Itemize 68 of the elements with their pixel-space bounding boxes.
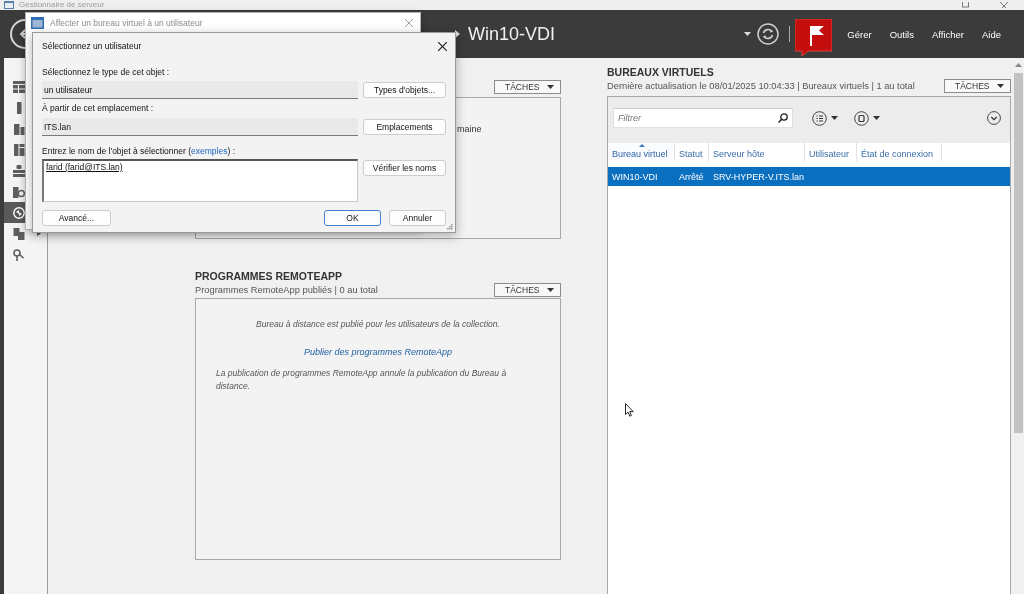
table-cell-text: WIN10-VDI: [611, 171, 659, 182]
caret-icon: [831, 116, 838, 120]
section-title: PROGRAMMES REMOTEAPP: [195, 270, 343, 283]
menu-item[interactable]: Aide: [973, 22, 1010, 46]
menu-item[interactable]: Afficher: [922, 22, 973, 46]
drive-icon: [13, 164, 25, 177]
key-icon: [13, 248, 25, 261]
refresh-button[interactable]: [757, 23, 780, 45]
dialog-button[interactable]: OK: [324, 210, 381, 226]
caret-icon: [547, 85, 554, 89]
tasks-button[interactable]: TÂCHES: [494, 80, 561, 94]
breadcrumb-title: Win10-VDI: [468, 23, 556, 45]
sort-arrow-icon: [639, 144, 645, 147]
dialog-button[interactable]: Avancé...: [42, 210, 111, 226]
section-subtitle: Programmes RemoteApp publiés | 0 au total: [195, 285, 378, 295]
text-field[interactable]: un utilisateur: [42, 81, 358, 99]
server-disc-icon: [13, 185, 25, 198]
tasks-button[interactable]: TÂCHES: [494, 283, 561, 297]
notifications-button[interactable]: [795, 18, 833, 56]
menu-item[interactable]: Outils: [880, 22, 923, 46]
server-rack-icon: [13, 143, 25, 156]
table-cell-text: Arrêté: [678, 171, 705, 182]
expand-button[interactable]: [987, 108, 1001, 128]
options-menu-button[interactable]: [854, 108, 880, 128]
caret-icon: [997, 84, 1004, 88]
dialog-button[interactable]: Types d'objets...: [363, 82, 446, 98]
caret-icon: [547, 288, 554, 292]
scroll-up-arrow-icon[interactable]: [1014, 63, 1022, 67]
section-subtitle: Dernière actualisation le 08/01/2025 10:04:33 | Bureaux virtuels | 1 au total: [607, 81, 915, 91]
flag-icon: [795, 18, 833, 56]
list-icon: [812, 110, 827, 126]
restore-icon[interactable]: [962, 2, 970, 8]
field-label: Sélectionnez le type de cet objet :: [42, 67, 171, 77]
servers-icon: [13, 122, 25, 135]
menu-item[interactable]: Gérer: [838, 22, 881, 46]
field-label: À partir de cet emplacement :: [42, 103, 155, 113]
window-title: Gestionnaire de serveur: [19, 0, 105, 10]
text-field[interactable]: ITS.lan: [42, 118, 358, 136]
chevron-down-icon: [987, 111, 1001, 125]
refresh-icon: [757, 23, 780, 45]
info-message: Bureau à distance est publié pour les utilisateurs de la collection.: [256, 319, 500, 330]
column-header[interactable]: Bureau virtuel: [608, 143, 675, 161]
dialog-button[interactable]: Emplacements: [363, 119, 446, 135]
dialog-button[interactable]: Vérifier les noms: [363, 160, 446, 176]
object-name-field[interactable]: farid (farid@ITS.lan): [42, 159, 358, 202]
info-note: La publication de programmes RemoteApp annule la publication du Bureau à distance.: [215, 367, 508, 393]
field-label: Entrez le nom de l'objet à sélectionner (exemples) :: [42, 146, 236, 156]
close-icon[interactable]: [438, 41, 447, 51]
tasks-button[interactable]: TÂCHES: [944, 79, 1011, 93]
scrollbar-thumb[interactable]: [1013, 73, 1023, 433]
table-cell-text: SRV-HYPER-V.ITS.lan: [712, 171, 805, 182]
documents-icon: [13, 227, 25, 240]
section-title: BUREAUX VIRTUELS: [607, 66, 715, 79]
caret-icon: [873, 116, 880, 120]
table-row[interactable]: WIN10-VDI Arrêté SRV-HYPER-V.ITS.lan: [608, 167, 1010, 186]
filter-field[interactable]: Filtrer: [613, 108, 793, 128]
dialog-title: Affecter un bureau virtuel à un utilisateur: [50, 18, 203, 28]
dialog-button[interactable]: Annuler: [389, 210, 446, 226]
view-menu-button[interactable]: [812, 108, 838, 128]
mouse-pointer-icon: [625, 403, 634, 417]
grid-icon: [13, 80, 25, 93]
caret-icon[interactable]: [744, 32, 752, 36]
search-icon[interactable]: [778, 113, 788, 123]
window-icon: [31, 17, 44, 29]
dialog-title: Sélectionnez un utilisateur: [42, 41, 142, 51]
publish-link[interactable]: Publier des programmes RemoteApp: [303, 347, 453, 358]
resize-grip-icon[interactable]: [447, 224, 453, 230]
panel-text: maine: [457, 124, 482, 135]
